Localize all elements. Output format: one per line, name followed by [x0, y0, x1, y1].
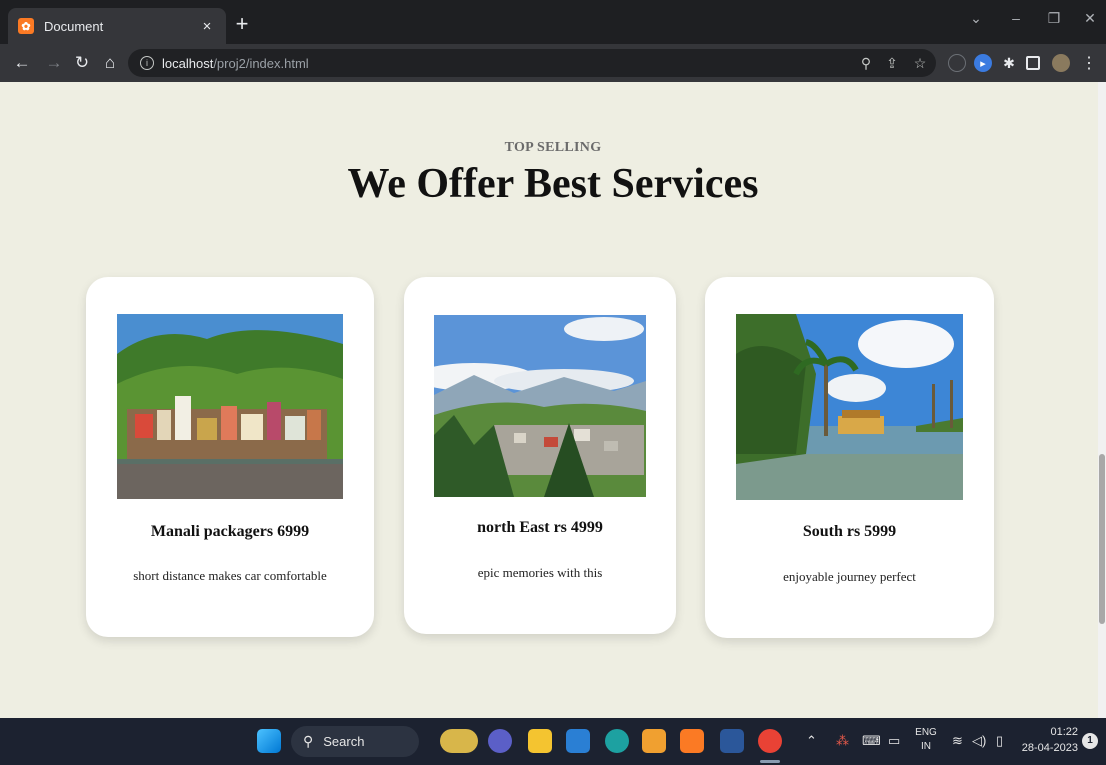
url-path: /proj2/index.html: [213, 55, 309, 71]
tab-close-icon[interactable]: ×: [198, 18, 216, 35]
service-card: north East rs 4999 epic memories with th…: [404, 277, 676, 634]
scrollbar-thumb[interactable]: [1099, 454, 1105, 624]
tab-search-icon[interactable]: ⌄: [966, 10, 986, 27]
browser-toolbar: ← → ↻ ⌂ i localhost/proj2/index.html ⚲ ⇪…: [0, 44, 1106, 82]
region-code: IN: [921, 741, 931, 752]
clock-time: 01:22: [1050, 726, 1078, 738]
tray-app-icon[interactable]: ⁂: [836, 733, 849, 749]
wifi-icon[interactable]: ≋: [952, 733, 963, 749]
extension-puzzle-icon[interactable]: ✱: [1000, 54, 1018, 72]
manali-hill-town-photo: [117, 314, 343, 499]
section-eyebrow: TOP SELLING: [504, 140, 602, 155]
more-menu-icon[interactable]: ⋮: [1080, 54, 1098, 72]
search-icon: ⚲: [303, 733, 314, 749]
extension-ring-icon[interactable]: [948, 54, 966, 72]
back-icon[interactable]: ←: [12, 52, 32, 74]
language-indicator[interactable]: ENG IN: [912, 726, 940, 754]
kerala-backwater-houseboat-photo: [736, 314, 963, 500]
notification-badge[interactable]: 1: [1082, 733, 1098, 749]
address-bar[interactable]: i localhost/proj2/index.html ⚲ ⇪ ☆: [128, 49, 936, 77]
card-title: Manali packagers 6999: [150, 523, 310, 540]
teams-chat-icon[interactable]: [488, 729, 512, 753]
xampp-favicon-icon: ✿: [18, 18, 34, 34]
sublime-text-icon[interactable]: [642, 729, 666, 753]
xampp-icon[interactable]: [680, 729, 704, 753]
display-icon[interactable]: ▭: [888, 733, 900, 749]
zoom-icon[interactable]: ⚲: [858, 55, 874, 72]
close-window-button[interactable]: ✕: [1080, 10, 1100, 27]
north-east-mountain-town-photo: [434, 315, 646, 497]
home-icon[interactable]: ⌂: [100, 52, 120, 74]
extension-cursor-icon[interactable]: ▸: [974, 54, 992, 72]
start-menu-icon[interactable]: [257, 729, 281, 753]
widgets-icon[interactable]: [440, 729, 478, 753]
share-icon[interactable]: ⇪: [884, 55, 900, 72]
battery-icon[interactable]: ▯: [996, 733, 1003, 749]
profile-avatar-icon[interactable]: [1052, 54, 1070, 72]
restore-button[interactable]: ❐: [1044, 10, 1064, 27]
section-heading: We Offer Best Services: [347, 161, 759, 207]
browser-tab[interactable]: ✿ Document ×: [8, 8, 226, 44]
volume-icon[interactable]: ◁): [972, 733, 986, 749]
system-clock[interactable]: 01:22 28-04-2023: [1020, 724, 1078, 756]
card-description: short distance makes car comfortable: [133, 568, 327, 583]
site-info-icon[interactable]: i: [140, 56, 154, 70]
windows-taskbar: ⚲ Search ⌃ ⁂ ⌨ ▭ ENG IN ≋ ◁) ▯ 01:22 28-…: [0, 718, 1106, 765]
new-tab-button[interactable]: +: [232, 12, 252, 36]
service-card: South rs 5999 enjoyable journey perfect: [705, 277, 994, 638]
card-title: South rs 5999: [802, 523, 897, 540]
url-text: localhost/proj2/index.html: [162, 56, 309, 71]
reload-icon[interactable]: ↻: [72, 52, 92, 74]
show-hidden-icons[interactable]: ⌃: [806, 733, 817, 749]
page-scrollbar[interactable]: [1098, 82, 1106, 718]
card-title: north East rs 4999: [477, 519, 603, 536]
edge-browser-icon[interactable]: [605, 729, 629, 753]
active-app-indicator: [760, 760, 780, 763]
taskbar-search-box[interactable]: ⚲ Search: [291, 726, 419, 757]
forward-icon[interactable]: →: [44, 52, 64, 74]
card-description: epic memories with this: [477, 565, 603, 580]
clock-date: 28-04-2023: [1021, 742, 1078, 754]
taskbar-search-label: Search: [323, 734, 365, 749]
side-panel-icon[interactable]: [1026, 56, 1040, 70]
tab-title: Document: [44, 18, 104, 34]
keyboard-icon[interactable]: ⌨: [862, 733, 881, 749]
page-viewport: TOP SELLING We Offer Best Services Manal…: [0, 82, 1098, 718]
chrome-icon[interactable]: [758, 729, 782, 753]
minimize-button[interactable]: –: [1006, 10, 1026, 26]
browser-tab-bar: ✿ Document × + ⌄ – ❐ ✕: [0, 0, 1106, 44]
url-host: localhost: [162, 55, 214, 71]
file-explorer-icon[interactable]: [528, 729, 552, 753]
bookmark-star-icon[interactable]: ☆: [912, 55, 928, 72]
word-icon[interactable]: [720, 729, 744, 753]
language-code: ENG: [915, 727, 937, 738]
card-description: enjoyable journey perfect: [783, 569, 916, 584]
service-card: Manali packagers 6999 short distance mak…: [86, 277, 374, 637]
mail-icon[interactable]: [566, 729, 590, 753]
